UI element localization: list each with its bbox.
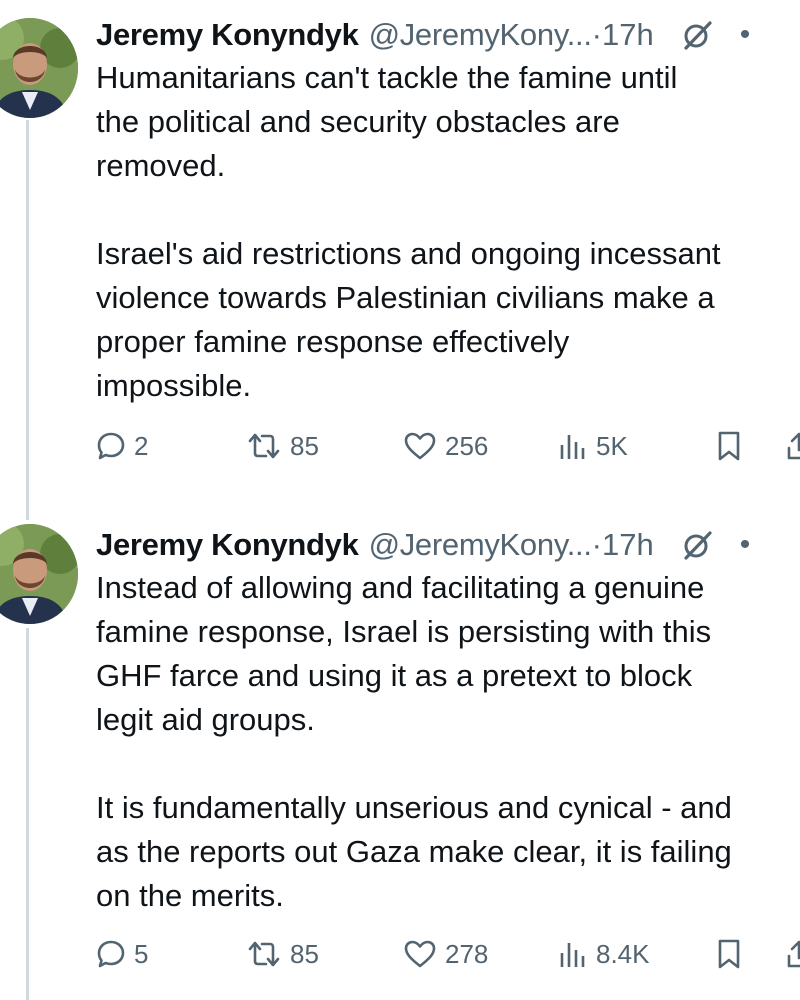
- views-button[interactable]: 8.4K: [558, 929, 650, 979]
- views-count: 5K: [596, 430, 628, 461]
- repost-button[interactable]: 85: [246, 929, 319, 979]
- views-count: 8.4K: [596, 938, 650, 969]
- repost-count: 85: [290, 430, 319, 461]
- grok-slash-circle-icon[interactable]: [682, 529, 714, 561]
- text-line: It is fundamentally unserious and cynica…: [96, 790, 732, 825]
- text-line: as the reports out Gaza make clear, it i…: [96, 834, 732, 869]
- tweet-text: Instead of allowing and facilitating a g…: [96, 566, 800, 918]
- text-line: Israel's aid restrictions and ongoing in…: [96, 236, 721, 271]
- share-icon: [784, 430, 800, 462]
- like-button[interactable]: 278: [403, 929, 488, 979]
- repost-arrows-icon: [246, 939, 282, 969]
- like-count: 278: [445, 938, 489, 969]
- avatar[interactable]: [0, 18, 78, 118]
- repost-button[interactable]: 85: [246, 421, 319, 471]
- text-line: the political and security obstacles are: [96, 104, 620, 139]
- bookmark-icon: [714, 938, 744, 970]
- timestamp[interactable]: ·17h: [592, 17, 654, 53]
- tweet-actions: 5 85 278 8.4K: [96, 929, 800, 979]
- bookmark-button[interactable]: [714, 929, 744, 979]
- author-name[interactable]: Jeremy Konyndyk: [96, 17, 359, 53]
- tweet-thread: Jeremy Konyndyk @JeremyKony... ·17h • Hu…: [0, 0, 800, 1000]
- bookmark-icon: [714, 430, 744, 462]
- tweet-paragraph: Israel's aid restrictions and ongoing in…: [96, 232, 800, 408]
- text-line: impossible.: [96, 368, 252, 403]
- like-button[interactable]: 256: [403, 421, 488, 471]
- tweet-header: Jeremy Konyndyk @JeremyKony... ·17h •: [96, 12, 800, 58]
- views-button[interactable]: 5K: [558, 421, 628, 471]
- tweet-paragraph: It is fundamentally unserious and cynica…: [96, 786, 800, 918]
- bar-chart-icon: [558, 431, 588, 461]
- tweet-paragraph: Instead of allowing and facilitating a g…: [96, 566, 800, 742]
- bar-chart-icon: [558, 939, 588, 969]
- text-line: violence towards Palestinian civilians m…: [96, 280, 715, 315]
- reply-count: 2: [134, 430, 149, 461]
- more-dots-icon[interactable]: •: [740, 528, 751, 562]
- heart-icon: [403, 431, 437, 461]
- reply-count: 5: [134, 938, 149, 969]
- tweet-actions: 2 85 256 5K: [96, 421, 800, 471]
- grok-slash-circle-icon[interactable]: [682, 19, 714, 51]
- text-line: legit aid groups.: [96, 702, 315, 737]
- like-count: 256: [445, 430, 489, 461]
- heart-icon: [403, 939, 437, 969]
- thread-connector-line: [26, 120, 29, 520]
- repost-count: 85: [290, 938, 319, 969]
- author-handle[interactable]: @JeremyKony...: [369, 527, 592, 563]
- reply-button[interactable]: 2: [96, 421, 148, 471]
- author-name[interactable]: Jeremy Konyndyk: [96, 527, 359, 563]
- avatar[interactable]: [0, 524, 78, 624]
- text-line: on the merits.: [96, 878, 284, 913]
- bookmark-button[interactable]: [714, 421, 744, 471]
- tweet-paragraph: Humanitarians can't tackle the famine un…: [96, 56, 800, 188]
- reply-button[interactable]: 5: [96, 929, 148, 979]
- timestamp[interactable]: ·17h: [592, 527, 654, 563]
- text-line: GHF farce and using it as a pretext to b…: [96, 658, 693, 693]
- tweet-header: Jeremy Konyndyk @JeremyKony... ·17h •: [96, 522, 800, 568]
- author-handle[interactable]: @JeremyKony...: [369, 17, 592, 53]
- share-icon: [784, 938, 800, 970]
- text-line: removed.: [96, 148, 226, 183]
- thread-connector-line: [26, 628, 29, 1000]
- tweet-text: Humanitarians can't tackle the famine un…: [96, 56, 800, 408]
- more-dots-icon[interactable]: •: [740, 18, 751, 52]
- repost-arrows-icon: [246, 431, 282, 461]
- speech-bubble-icon: [96, 431, 126, 461]
- text-line: famine response, Israel is persisting wi…: [96, 614, 712, 649]
- share-button[interactable]: [784, 929, 800, 979]
- text-line: Instead of allowing and facilitating a g…: [96, 570, 705, 605]
- share-button[interactable]: [784, 421, 800, 471]
- speech-bubble-icon: [96, 939, 126, 969]
- text-line: Humanitarians can't tackle the famine un…: [96, 60, 678, 95]
- text-line: proper famine response effectively: [96, 324, 570, 359]
